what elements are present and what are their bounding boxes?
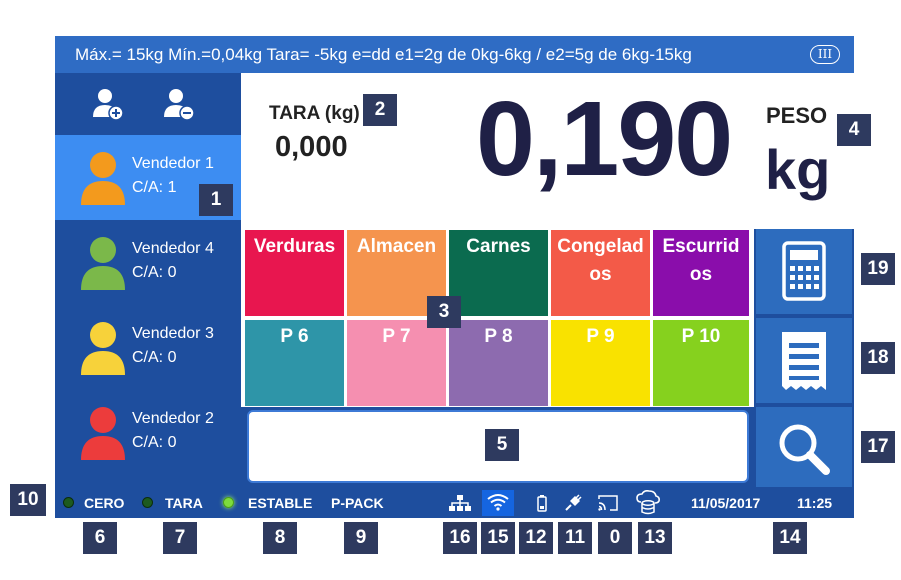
callout-7: 7 [163, 522, 197, 554]
callout-17: 17 [861, 431, 895, 463]
calculator-button[interactable] [756, 229, 852, 314]
category-escurridos[interactable]: Escurridos [653, 230, 749, 316]
callout-15: 15 [481, 522, 515, 554]
stable-indicator-dot [223, 497, 234, 508]
seller-name: Vendedor 4 [132, 240, 214, 257]
peso-label: PESO [766, 103, 828, 128]
user-avatar-icon [81, 407, 125, 460]
seller-item-vendedor-4[interactable]: Vendedor 4 C/A: 0 [55, 220, 241, 305]
cast-icon [598, 495, 618, 511]
category-p10[interactable]: P 10 [653, 320, 749, 406]
seller-ca: C/A: 0 [132, 349, 177, 366]
tara-value: 0,000 [275, 131, 348, 163]
tara-label: TARA (kg) [269, 103, 360, 124]
callout-0: 0 [598, 522, 632, 554]
callout-14: 14 [773, 522, 807, 554]
callout-19: 19 [861, 253, 895, 285]
seller-name: Vendedor 1 [132, 155, 214, 172]
callout-4: 4 [837, 114, 871, 146]
user-avatar-icon [81, 237, 125, 290]
seller-ca: C/A: 0 [132, 264, 177, 281]
category-verduras[interactable]: Verduras [245, 230, 344, 316]
zero-label: CERO [84, 495, 125, 511]
power-plug-icon [565, 494, 582, 511]
category-p8[interactable]: P 8 [449, 320, 548, 406]
seller-ca: C/A: 1 [132, 179, 177, 196]
callout-18: 18 [861, 342, 895, 374]
category-p6[interactable]: P 6 [245, 320, 344, 406]
callout-6: 6 [83, 522, 117, 554]
callout-16: 16 [443, 522, 477, 554]
callout-10: 10 [10, 484, 46, 516]
cloud-database-icon [636, 490, 660, 515]
weight-display: TARA (kg) 0,000 0,190 PESO kg [241, 73, 854, 229]
product-category-grid: Verduras Almacen Carnes Congelados Escur… [241, 229, 754, 407]
seller-item-vendedor-3[interactable]: Vendedor 3 C/A: 0 [55, 305, 241, 390]
search-icon [779, 424, 830, 475]
user-avatar-icon [81, 152, 125, 205]
stable-label: ESTABLE [248, 495, 313, 511]
add-user-icon[interactable] [93, 87, 123, 121]
receipt-button[interactable] [756, 318, 852, 403]
callout-2: 2 [363, 94, 397, 126]
callout-13: 13 [638, 522, 672, 554]
callout-8: 8 [263, 522, 297, 554]
seller-item-vendedor-2[interactable]: Vendedor 2 C/A: 0 [55, 390, 241, 475]
callout-9: 9 [344, 522, 378, 554]
wifi-icon [487, 494, 509, 511]
spec-text: Máx.= 15kg Mín.=0,04kg Tara= -5kg e=dd e… [75, 45, 692, 64]
ppack-label: P-PACK [331, 495, 384, 511]
scale-screenshot: { "header": { "spec_text": "Máx.= 15kg M… [0, 0, 901, 580]
category-congelados[interactable]: Congelados [551, 230, 650, 316]
tare-indicator-dot [142, 497, 153, 508]
callout-1: 1 [199, 184, 233, 216]
seller-sidebar: Vendedor 1 C/A: 1 Vendedor 4 C/A: 0 Vend… [55, 73, 241, 487]
status-time: 11:25 [797, 495, 833, 511]
status-bar: CERO TARA ESTABLE P-PACK 11/05/2017 11:2… [55, 487, 854, 518]
seller-name: Vendedor 2 [132, 410, 214, 427]
weight-value: 0,190 [476, 80, 733, 198]
calculator-icon [782, 241, 826, 301]
battery-icon [537, 495, 547, 512]
callout-12: 12 [519, 522, 553, 554]
callout-5: 5 [485, 429, 519, 461]
user-avatar-icon [81, 322, 125, 375]
spec-header: Máx.= 15kg Mín.=0,04kg Tara= -5kg e=dd e… [55, 36, 854, 73]
receipt-icon [782, 332, 826, 390]
remove-user-icon[interactable] [164, 87, 194, 121]
seller-ca: C/A: 0 [132, 434, 177, 451]
accuracy-class-badge: III [810, 45, 840, 64]
search-button[interactable] [756, 407, 852, 492]
callout-3: 3 [427, 296, 461, 328]
status-date: 11/05/2017 [691, 495, 761, 511]
weight-unit: kg [765, 138, 831, 201]
zero-indicator-dot [63, 497, 74, 508]
callout-11: 11 [558, 522, 592, 554]
category-carnes[interactable]: Carnes [449, 230, 548, 316]
seller-actions [55, 73, 241, 133]
seller-name: Vendedor 3 [132, 325, 214, 342]
tare-label: TARA [165, 495, 203, 511]
network-icon [449, 495, 471, 511]
category-p9[interactable]: P 9 [551, 320, 650, 406]
category-p7[interactable]: P 7 [347, 320, 446, 406]
